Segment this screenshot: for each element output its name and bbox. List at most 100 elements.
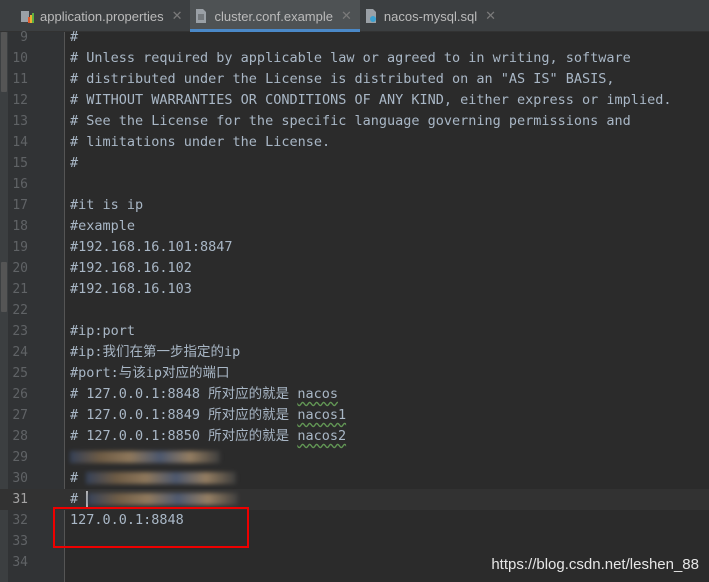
line-number: 24 [12,345,28,360]
line-text: # 127.0.0.1:8848 所对应的就是 nacos [70,384,338,405]
line-text [70,447,220,468]
tab-label: cluster.conf.example [214,8,333,24]
line-text: # WITHOUT WARRANTIES OR CONDITIONS OF AN… [70,90,671,111]
line-text-content: #example [70,218,136,234]
code-line[interactable]: 10 # Unless required by applicable law or… [0,48,709,69]
code-line[interactable]: 11 # distributed under the License is dis… [0,69,709,90]
line-text-content: # limitations under the License. [70,134,331,150]
line-text: # Unless required by applicable law or a… [70,48,631,69]
line-text-content: #ip:port [70,323,136,339]
line-text-content: # [70,491,87,507]
code-line[interactable]: 19 #192.168.16.101:8847 [0,237,709,258]
line-text: # limitations under the License. [70,132,330,153]
line-text-content: # Unless required by applicable law or a… [70,50,631,66]
line-text: # [70,468,237,489]
code-line[interactable]: 17 #it is ip [0,195,709,216]
line-number: 12 [12,93,28,108]
line-number: 31 [12,492,28,507]
line-number: 19 [12,240,28,255]
tab-label: nacos-mysql.sql [383,8,478,24]
line-text: # [70,27,78,48]
line-text: # 127.0.0.1:8850 所对应的就是 nacos2 [70,426,346,447]
line-number: 18 [12,219,28,234]
close-icon[interactable]: ✕ [341,8,352,24]
code-line[interactable]: 28 # 127.0.0.1:8850 所对应的就是 nacos2 [0,426,709,447]
line-number: 33 [12,534,28,549]
line-number: 34 [12,555,28,570]
code-line[interactable]: 23 #ip:port [0,321,709,342]
line-number: 26 [12,387,28,402]
watermark: https://blog.csdn.net/leshen_88 [491,556,699,573]
line-number: 11 [12,72,28,87]
line-number: 21 [12,282,28,297]
highlight-annotation-box [53,507,249,548]
line-text-content: #ip:我们在第一步指定的ip [70,344,241,360]
line-text-content: #192.168.16.103 [70,281,192,297]
line-text: # distributed under the License is distr… [70,69,615,90]
line-number: 15 [12,156,28,171]
line-text-content: # See the License for the specific langu… [70,113,631,129]
line-text: #192.168.16.102 [70,258,192,279]
close-icon[interactable]: ✕ [172,8,183,24]
close-icon[interactable]: ✕ [485,8,496,24]
line-number: 22 [12,303,28,318]
line-text: # 127.0.0.1:8849 所对应的就是 nacos1 [70,405,346,426]
code-line[interactable]: 14 # limitations under the License. [0,132,709,153]
line-text-content: # 127.0.0.1:8848 所对应的就是 [70,386,298,402]
line-number: 32 [12,513,28,528]
spellcheck-word: nacos [297,386,338,402]
line-number: 13 [12,114,28,129]
line-text: #192.168.16.101:8847 [70,237,233,258]
line-number: 27 [12,408,28,423]
line-text-content: #192.168.16.102 [70,260,192,276]
line-text: #ip:我们在第一步指定的ip [70,342,240,363]
line-text-content: # 127.0.0.1:8850 所对应的就是 [70,428,298,444]
code-line[interactable]: 24 #ip:我们在第一步指定的ip [0,342,709,363]
line-text-content: #it is ip [70,197,144,213]
line-number: 23 [12,324,28,339]
code-line[interactable]: 18 #example [0,216,709,237]
line-text: #192.168.16.103 [70,279,192,300]
line-text-content: # 127.0.0.1:8849 所对应的就是 [70,407,298,423]
code-line[interactable]: 26 # 127.0.0.1:8848 所对应的就是 nacos [0,384,709,405]
redacted-text [86,472,237,484]
line-number: 14 [12,135,28,150]
line-number: 28 [12,429,28,444]
redacted-text [70,451,220,463]
line-text: #example [70,216,135,237]
code-line[interactable]: 27 # 127.0.0.1:8849 所对应的就是 nacos1 [0,405,709,426]
code-line[interactable]: 29 [0,447,709,468]
line-text: #ip:port [70,321,135,342]
spellcheck-word: nacos1 [297,407,347,423]
text-file-icon [194,8,208,24]
line-text: #port:与该ip对应的端口 [70,363,230,384]
spellcheck-word: nacos2 [297,428,347,444]
code-line[interactable]: 30 # [0,468,709,489]
code-line[interactable]: 22 [0,300,709,321]
code-editor[interactable]: 9 #10 # Unless required by applicable law … [0,27,709,573]
line-text-content: #port:与该ip对应的端口 [70,365,230,381]
redacted-text [88,493,239,505]
code-line[interactable]: 13 # See the License for the specific lan… [0,111,709,132]
line-text-content: # WITHOUT WARRANTIES OR CONDITIONS OF AN… [70,92,672,108]
properties-file-icon [20,8,34,24]
line-text: # See the License for the specific langu… [70,111,631,132]
code-line[interactable]: 12 # WITHOUT WARRANTIES OR CONDITIONS OF … [0,90,709,111]
sql-file-icon [364,8,378,24]
line-number: 9 [20,30,28,45]
line-number: 17 [12,198,28,213]
code-line[interactable]: 20 #192.168.16.102 [0,258,709,279]
line-number: 10 [12,51,28,66]
line-number: 30 [12,471,28,486]
line-number: 20 [12,261,28,276]
line-text-content: # [70,29,79,45]
code-line[interactable]: 9 # [0,27,709,48]
code-line[interactable]: 16 [0,174,709,195]
code-line[interactable]: 21 #192.168.16.103 [0,279,709,300]
code-line[interactable]: 15 # [0,153,709,174]
tab-label: application.properties [40,8,164,24]
line-number: 25 [12,366,28,381]
line-text-content: # distributed under the License is distr… [70,71,615,87]
line-text: #it is ip [70,195,143,216]
code-line[interactable]: 25 #port:与该ip对应的端口 [0,363,709,384]
